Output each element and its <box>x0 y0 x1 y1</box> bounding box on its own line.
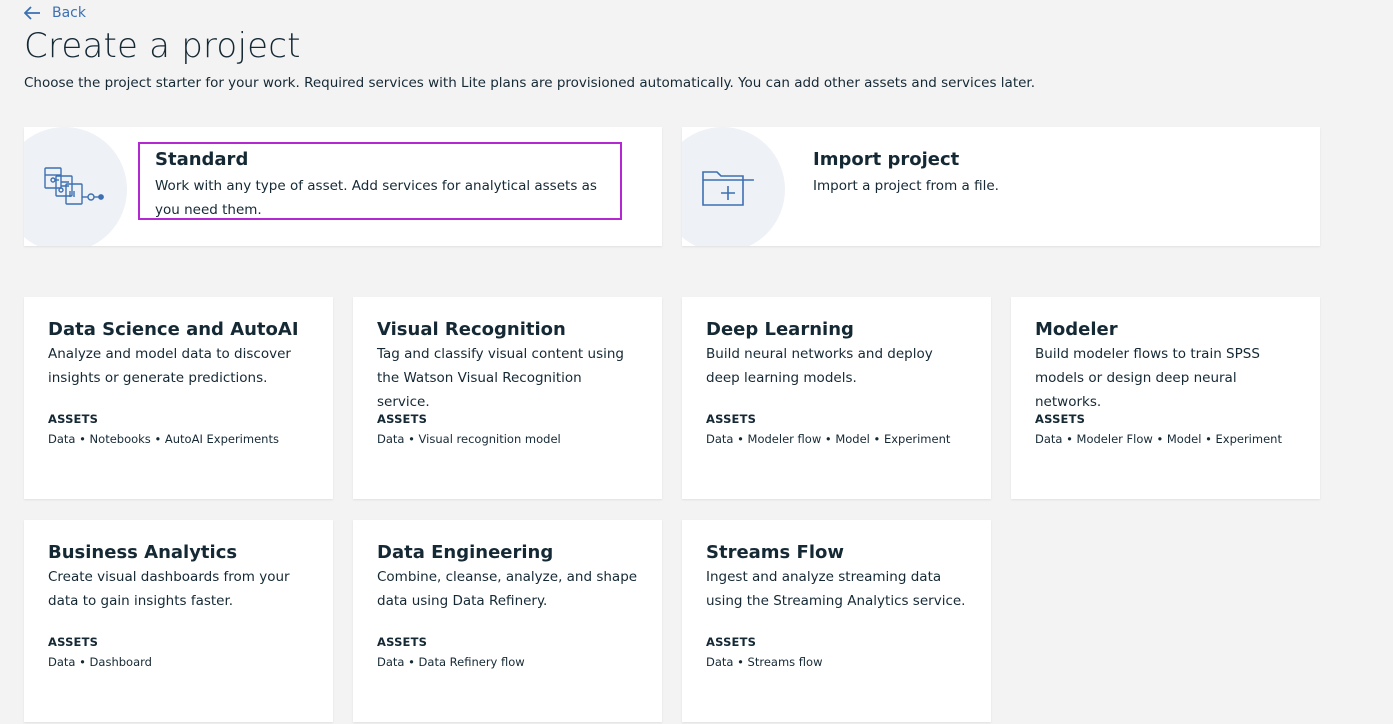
workflow-diagram-icon <box>44 164 104 212</box>
page-title: Create a project <box>24 26 301 66</box>
starter-description: Import a project from a file. <box>813 178 999 194</box>
back-label: Back <box>52 5 86 21</box>
assets-list: Data • Dashboard <box>48 655 152 669</box>
assets-list: Data • Modeler flow • Model • Experiment <box>706 432 951 446</box>
card-title: Deep Learning <box>706 319 854 340</box>
project-card-deep-learning[interactable]: Deep Learning Build neural networks and … <box>682 297 991 499</box>
assets-label: ASSETS <box>48 635 99 649</box>
project-card-data-engineering[interactable]: Data Engineering Combine, cleanse, analy… <box>353 520 662 722</box>
card-title: Business Analytics <box>48 542 238 563</box>
assets-label: ASSETS <box>706 635 757 649</box>
project-card-visual-recognition[interactable]: Visual Recognition Tag and classify visu… <box>353 297 662 499</box>
assets-list: Data • Modeler Flow • Model • Experiment <box>1035 432 1282 446</box>
card-description: Build neural networks and deploy deep le… <box>706 346 933 386</box>
starter-title: Standard <box>155 149 249 170</box>
folder-add-icon <box>702 167 754 211</box>
assets-label: ASSETS <box>706 412 757 426</box>
project-card-streams-flow[interactable]: Streams Flow Ingest and analyze streamin… <box>682 520 991 722</box>
project-card-modeler[interactable]: Modeler Build modeler flows to train SPS… <box>1011 297 1320 499</box>
card-title: Data Engineering <box>377 542 554 563</box>
card-description: Build modeler flows to train SPSS models… <box>1035 346 1260 410</box>
card-title: Data Science and AutoAI <box>48 319 299 340</box>
card-description: Analyze and model data to discover insig… <box>48 346 291 386</box>
arrow-left-icon <box>24 6 40 20</box>
page-subtitle: Choose the project starter for your work… <box>24 75 1036 91</box>
project-card-business-analytics[interactable]: Business Analytics Create visual dashboa… <box>24 520 333 722</box>
assets-label: ASSETS <box>377 412 428 426</box>
assets-label: ASSETS <box>1035 412 1086 426</box>
assets-label: ASSETS <box>48 412 99 426</box>
starter-card-import-project[interactable]: Import project Import a project from a f… <box>682 127 1320 246</box>
card-title: Modeler <box>1035 319 1118 340</box>
starter-card-standard[interactable]: Standard Work with any type of asset. Ad… <box>24 127 662 246</box>
card-title: Streams Flow <box>706 542 844 563</box>
starter-description: Work with any type of asset. Add service… <box>155 178 597 218</box>
assets-list: Data • Streams flow <box>706 655 823 669</box>
assets-list: Data • Visual recognition model <box>377 432 561 446</box>
card-description: Create visual dashboards from your data … <box>48 569 290 609</box>
card-description: Combine, cleanse, analyze, and shape dat… <box>377 569 638 609</box>
back-link[interactable]: Back <box>24 5 86 21</box>
card-title: Visual Recognition <box>377 319 566 340</box>
assets-list: Data • Data Refinery flow <box>377 655 525 669</box>
card-description: Ingest and analyze streaming data using … <box>706 569 966 609</box>
card-description: Tag and classify visual content using th… <box>377 346 624 410</box>
assets-label: ASSETS <box>377 635 428 649</box>
assets-list: Data • Notebooks • AutoAI Experiments <box>48 432 279 446</box>
starter-title: Import project <box>813 149 960 170</box>
project-card-data-science[interactable]: Data Science and AutoAI Analyze and mode… <box>24 297 333 499</box>
